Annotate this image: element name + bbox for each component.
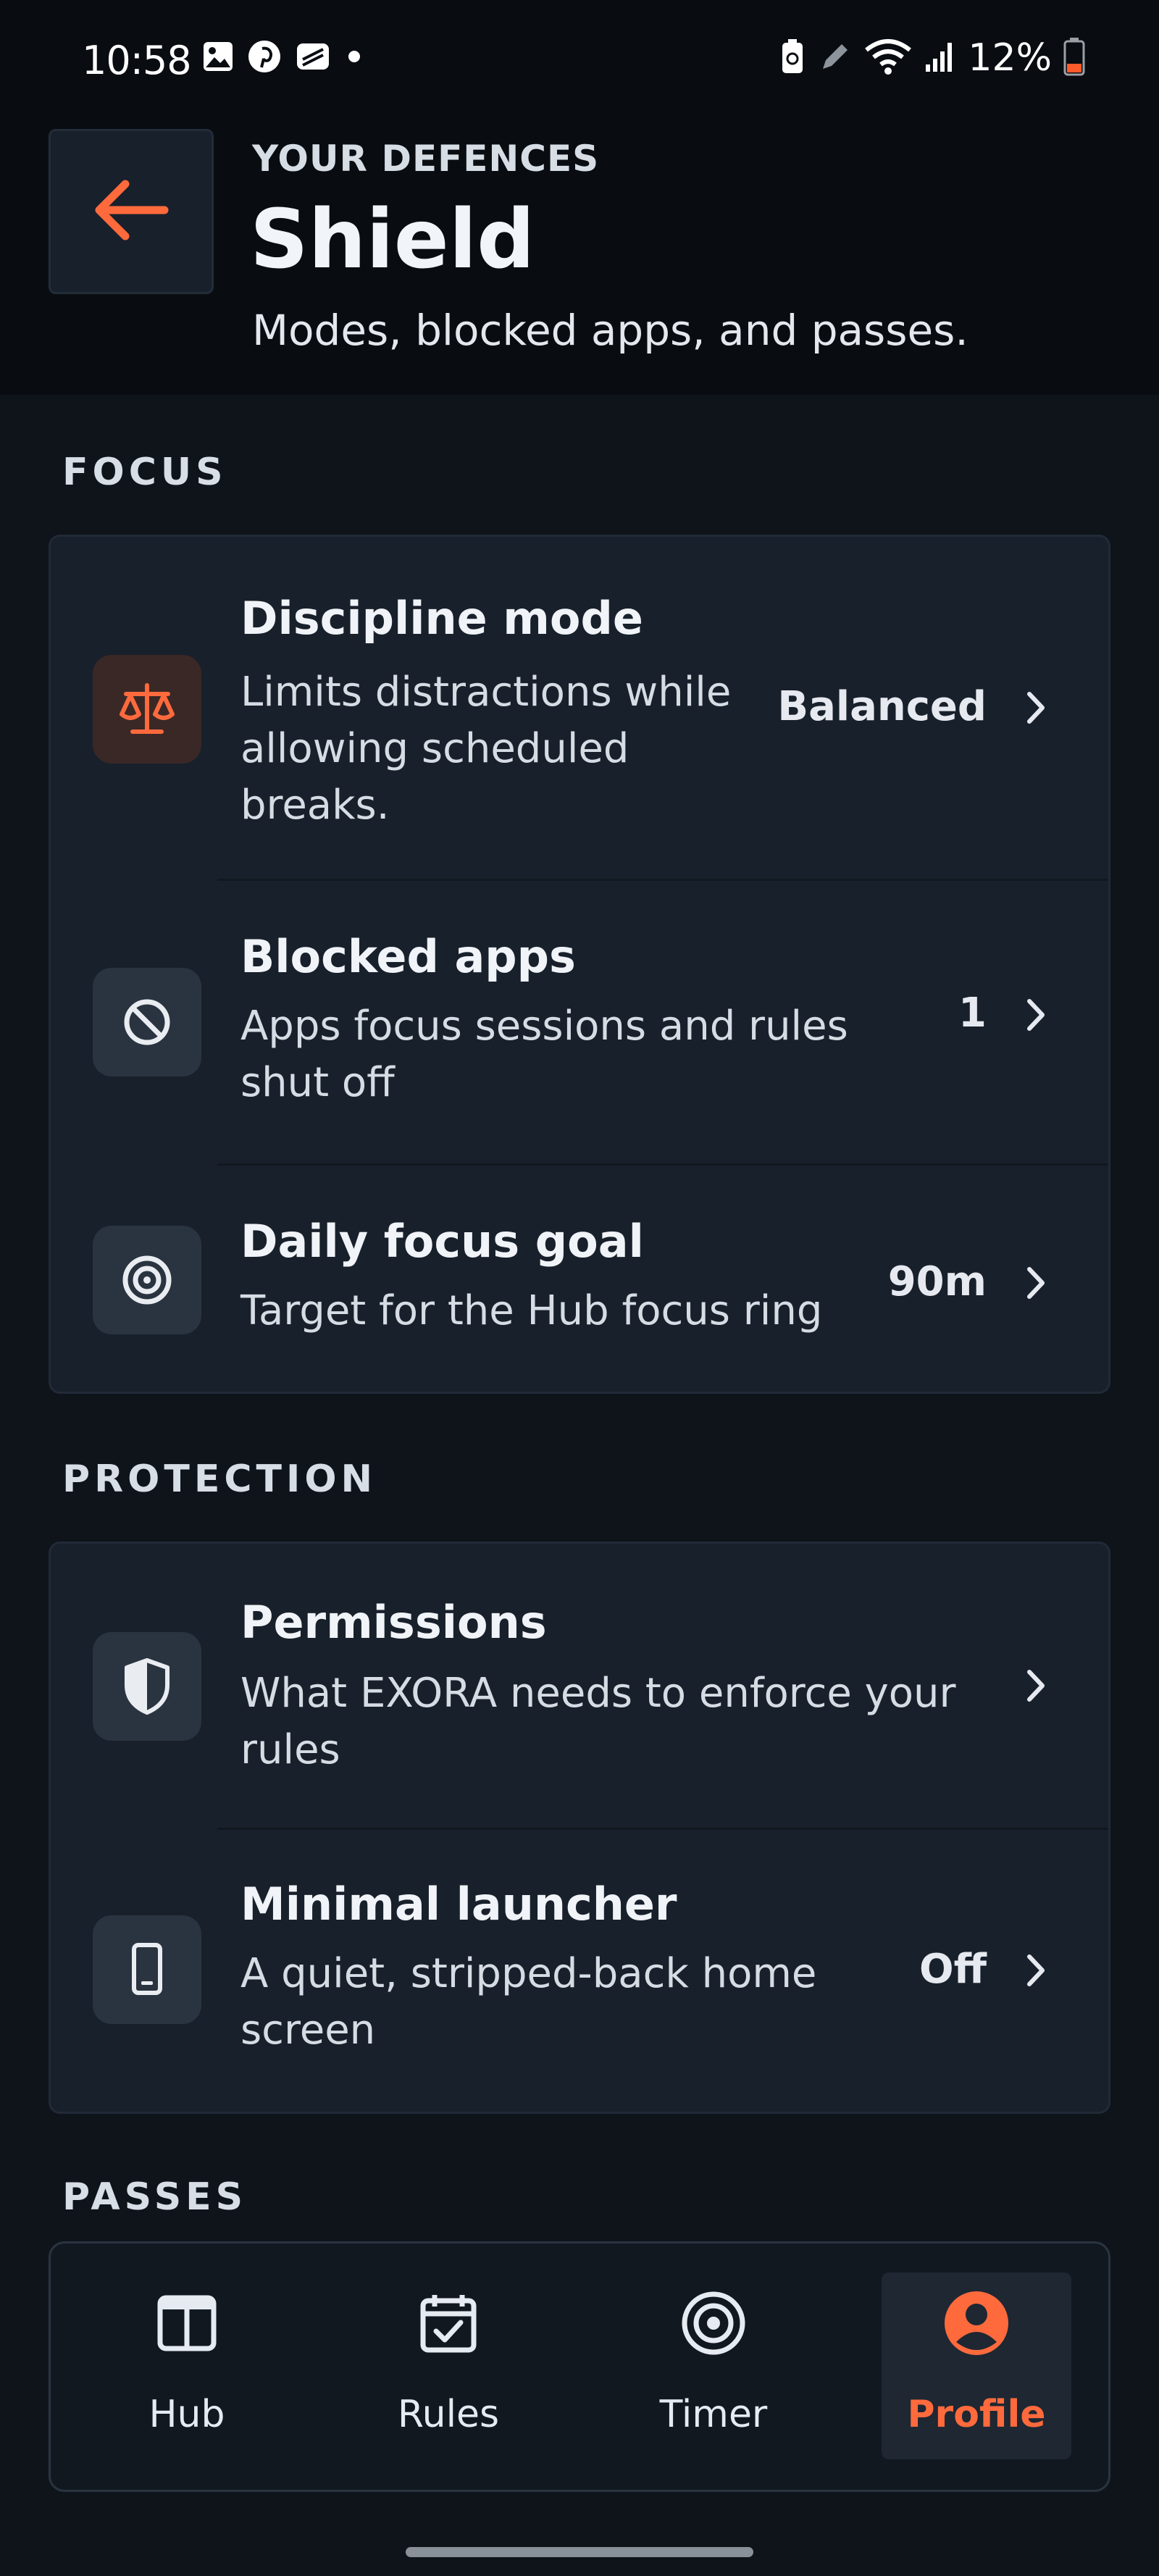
calendar-check-icon xyxy=(412,2287,485,2359)
row-title: Blocked apps xyxy=(240,930,576,983)
chevron-right-icon xyxy=(1021,1664,1050,1707)
battery-icon xyxy=(1062,36,1087,80)
row-description: Target for the Hub focus ring xyxy=(240,1287,823,1334)
status-bar: 10:58 12% xyxy=(0,0,1159,116)
target-icon xyxy=(677,2287,750,2359)
balance-scale-icon xyxy=(93,655,201,764)
row-title: Daily focus goal xyxy=(240,1215,644,1268)
home-indicator[interactable] xyxy=(406,2547,753,2557)
row-discipline-mode[interactable]: Discipline mode Limits distractions whil… xyxy=(51,537,1108,879)
back-button[interactable] xyxy=(49,129,214,294)
nav-item-hub[interactable]: Hub xyxy=(92,2272,282,2459)
battery-percent: 12% xyxy=(968,36,1052,80)
system-icons: 12% xyxy=(778,36,1087,80)
row-blocked-apps[interactable]: Blocked apps Apps focus sessions and rul… xyxy=(51,881,1108,1163)
row-title: Minimal launcher xyxy=(240,1878,677,1931)
profile-icon xyxy=(940,2287,1013,2359)
section-label-protection: PROTECTION xyxy=(62,1458,377,1501)
row-description: What EXORA needs to enforce your rules xyxy=(240,1670,956,1773)
arrow-left-icon xyxy=(88,174,175,249)
chevron-right-icon xyxy=(1021,993,1050,1037)
stack-app-icon xyxy=(294,38,332,78)
gallery-icon xyxy=(201,40,235,76)
battery-saver-icon xyxy=(778,37,807,79)
row-value: 1 xyxy=(958,990,987,1037)
bottom-nav: Hub Rules Timer Profile xyxy=(49,2241,1110,2492)
section-label-passes: PASSES xyxy=(62,2175,248,2219)
row-minimal-launcher[interactable]: Minimal launcher A quiet, stripped-back … xyxy=(51,1830,1108,2112)
chevron-right-icon xyxy=(1021,686,1050,729)
focus-card: Discipline mode Limits distractions whil… xyxy=(49,535,1110,1394)
row-description: Apps focus sessions and rules shut off xyxy=(240,1003,848,1106)
protection-card: Permissions What EXORA needs to enforce … xyxy=(49,1542,1110,2114)
section-label-focus: FOCUS xyxy=(62,451,227,494)
header-overline: YOUR DEFENCES xyxy=(252,138,600,180)
page-subtitle: Modes, blocked apps, and passes. xyxy=(252,306,968,355)
hub-icon xyxy=(151,2287,223,2359)
chevron-right-icon xyxy=(1021,1949,1050,1992)
nav-item-rules[interactable]: Rules xyxy=(353,2272,543,2459)
row-permissions[interactable]: Permissions What EXORA needs to enforce … xyxy=(51,1544,1108,1828)
wifi-icon xyxy=(863,37,913,79)
nav-item-profile[interactable]: Profile xyxy=(882,2272,1071,2459)
row-title: Discipline mode xyxy=(240,592,643,645)
nav-label: Rules xyxy=(397,2393,500,2436)
shield-screen: 10:58 12% YOUR DEFENCES Shield Modes, bl… xyxy=(0,0,1159,2576)
nav-label: Timer xyxy=(659,2393,768,2436)
row-value: Balanced xyxy=(777,683,987,730)
row-description: Limits distractions while allowing sched… xyxy=(240,669,732,829)
notification-icons xyxy=(201,38,365,78)
row-daily-focus-goal[interactable]: Daily focus goal Target for the Hub focu… xyxy=(51,1166,1108,1392)
block-icon xyxy=(93,968,201,1076)
page-title: Shield xyxy=(250,193,535,287)
pen-icon xyxy=(817,38,853,78)
row-description: A quiet, stripped-back home screen xyxy=(240,1950,817,2054)
shield-icon xyxy=(93,1632,201,1741)
phone-icon xyxy=(93,1915,201,2024)
signal-icon xyxy=(923,38,958,78)
target-icon xyxy=(93,1226,201,1334)
row-value: 90m xyxy=(887,1258,987,1305)
nav-item-timer[interactable]: Timer xyxy=(619,2272,808,2459)
row-title: Permissions xyxy=(240,1596,547,1649)
pinterest-icon xyxy=(246,38,283,78)
nav-label: Profile xyxy=(907,2393,1046,2436)
nav-label: Hub xyxy=(148,2393,225,2436)
status-time: 10:58 xyxy=(82,38,192,83)
dot-icon xyxy=(343,46,365,70)
row-value: Off xyxy=(919,1946,987,1993)
page-header: YOUR DEFENCES Shield Modes, blocked apps… xyxy=(0,116,1159,395)
chevron-right-icon xyxy=(1021,1261,1050,1305)
